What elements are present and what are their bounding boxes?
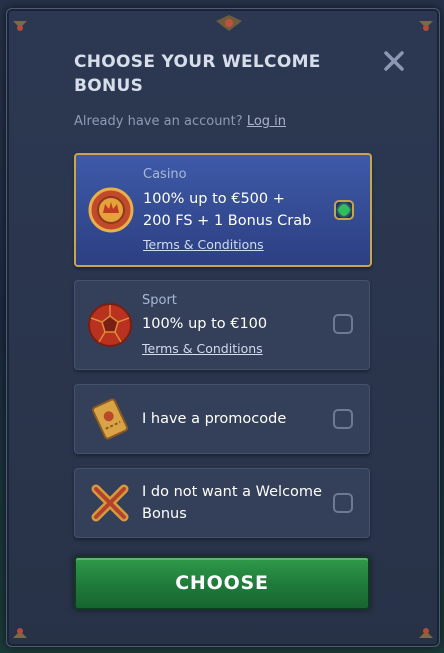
option-offer-line1: 100% up to €100 — [142, 316, 268, 332]
casino-chip-icon — [88, 187, 134, 233]
close-icon[interactable] — [381, 48, 407, 74]
bonus-option-none[interactable]: I do not want a Welcome Bonus — [74, 468, 370, 538]
option-radio[interactable] — [333, 314, 353, 334]
account-prompt: Already have an account? Log in — [74, 114, 286, 129]
option-radio[interactable] — [333, 409, 353, 429]
account-prompt-text: Already have an account? — [74, 114, 243, 129]
option-category: Sport — [142, 293, 177, 308]
bonus-option-sport[interactable]: Sport 100% up to €100 Terms & Conditions — [74, 280, 370, 370]
option-offer-line2: 200 FS + 1 Bonus Crab — [143, 213, 312, 229]
corner-ornament-icon — [13, 628, 27, 638]
option-offer-line1: I have a promocode — [142, 411, 287, 427]
ticket-icon — [91, 398, 129, 440]
terms-link[interactable]: Terms & Conditions — [142, 341, 263, 356]
soccer-ball-icon — [88, 303, 132, 347]
top-ornament-icon — [216, 15, 242, 31]
option-radio-selected[interactable] — [334, 200, 354, 220]
cross-icon — [91, 484, 129, 522]
modal-title: CHOOSE YOUR WELCOME BONUS — [74, 52, 321, 96]
option-category: Casino — [143, 167, 187, 182]
bonus-option-casino[interactable]: Casino 100% up to €500 + 200 FS + 1 Bonu… — [74, 153, 372, 267]
login-link[interactable]: Log in — [247, 114, 286, 129]
corner-ornament-icon — [13, 21, 27, 31]
choose-button[interactable]: CHOOSE — [74, 556, 370, 610]
option-offer-line2: Bonus — [142, 506, 187, 522]
terms-link[interactable]: Terms & Conditions — [143, 237, 264, 252]
option-offer-line1: 100% up to €500 + — [143, 191, 285, 207]
corner-ornament-icon — [419, 21, 433, 31]
bonus-option-promocode[interactable]: I have a promocode — [74, 384, 370, 454]
option-radio[interactable] — [333, 493, 353, 513]
corner-ornament-icon — [419, 628, 433, 638]
option-offer-line1: I do not want a Welcome — [142, 484, 322, 500]
